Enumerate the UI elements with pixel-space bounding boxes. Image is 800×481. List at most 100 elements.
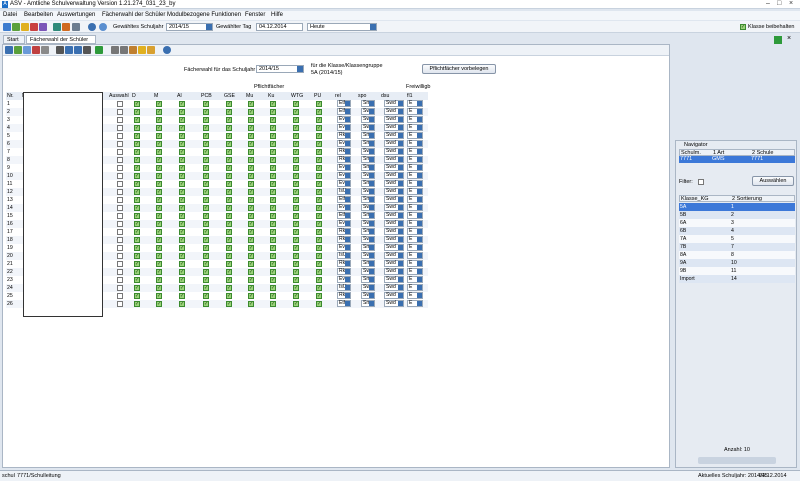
subject-checkbox[interactable]: ✓ <box>226 157 232 163</box>
subject-checkbox[interactable]: ✓ <box>134 301 140 307</box>
auswahl-checkbox[interactable] <box>117 213 123 219</box>
subject-checkbox[interactable]: ✓ <box>270 221 276 227</box>
subject-checkbox[interactable]: ✓ <box>226 213 232 219</box>
fl1-select[interactable]: E <box>407 236 423 243</box>
subject-checkbox[interactable]: ✓ <box>316 229 322 235</box>
subject-checkbox[interactable]: ✓ <box>293 213 299 219</box>
new-icon[interactable] <box>14 46 22 54</box>
subject-checkbox[interactable]: ✓ <box>316 213 322 219</box>
close-button[interactable]: × <box>789 0 793 7</box>
subject-checkbox[interactable]: ✓ <box>203 261 209 267</box>
subject-checkbox[interactable]: ✓ <box>156 213 162 219</box>
subject-checkbox[interactable]: ✓ <box>134 261 140 267</box>
subject-checkbox[interactable]: ✓ <box>134 277 140 283</box>
spo-select[interactable]: Sw <box>361 220 375 227</box>
spo-select[interactable]: Sm <box>361 260 375 267</box>
rel-select[interactable]: Rk <box>337 156 351 163</box>
rel-select[interactable]: Rk <box>337 132 351 139</box>
reload-icon[interactable] <box>95 46 103 54</box>
subject-checkbox[interactable]: ✓ <box>293 221 299 227</box>
rel-select[interactable]: Eth <box>337 212 351 219</box>
subject-checkbox[interactable]: ✓ <box>270 245 276 251</box>
schuljahr-select[interactable]: 2014/15 <box>166 23 213 31</box>
print-icon[interactable] <box>129 46 137 54</box>
menu-faecherwahl[interactable]: Fächerwahl der Schüler <box>102 12 165 18</box>
subject-checkbox[interactable]: ✓ <box>179 293 185 299</box>
spo-select[interactable]: Sm <box>361 244 375 251</box>
subject-checkbox[interactable]: ✓ <box>134 189 140 195</box>
paste-icon[interactable] <box>120 46 128 54</box>
subject-checkbox[interactable]: ✓ <box>270 237 276 243</box>
refresh-icon[interactable] <box>23 46 31 54</box>
subject-checkbox[interactable]: ✓ <box>203 285 209 291</box>
save-icon[interactable] <box>5 46 13 54</box>
class-list-item[interactable]: 6B 4 <box>679 227 795 235</box>
fl1-select[interactable]: E <box>407 212 423 219</box>
subject-checkbox[interactable]: ✓ <box>248 229 254 235</box>
rel-select[interactable]: Ev <box>337 140 351 147</box>
subject-checkbox[interactable]: ✓ <box>179 277 185 283</box>
fl1-select[interactable]: E <box>407 220 423 227</box>
delete-icon[interactable] <box>32 46 40 54</box>
subject-checkbox[interactable]: ✓ <box>270 117 276 123</box>
column-header[interactable]: M <box>154 93 158 99</box>
subject-checkbox[interactable]: ✓ <box>179 165 185 171</box>
subject-checkbox[interactable]: ✓ <box>316 293 322 299</box>
menu-hilfe[interactable]: Hilfe <box>271 12 283 18</box>
subject-checkbox[interactable]: ✓ <box>203 189 209 195</box>
subject-checkbox[interactable]: ✓ <box>179 221 185 227</box>
subject-checkbox[interactable]: ✓ <box>134 117 140 123</box>
subject-checkbox[interactable]: ✓ <box>293 109 299 115</box>
rel-select[interactable]: Ev <box>337 180 351 187</box>
subject-checkbox[interactable]: ✓ <box>134 173 140 179</box>
subject-checkbox[interactable]: ✓ <box>248 149 254 155</box>
chart-icon[interactable] <box>30 23 38 31</box>
subject-checkbox[interactable]: ✓ <box>316 133 322 139</box>
subject-checkbox[interactable]: ✓ <box>270 165 276 171</box>
menu-modulbezogene-funktionen[interactable]: Modulbezogene Funktionen <box>167 12 241 18</box>
subject-checkbox[interactable]: ✓ <box>293 141 299 147</box>
report-icon[interactable] <box>53 23 61 31</box>
subject-checkbox[interactable]: ✓ <box>134 133 140 139</box>
auswahl-checkbox[interactable] <box>117 229 123 235</box>
fl1-select[interactable]: E <box>407 252 423 259</box>
spo-select[interactable]: Sw <box>361 252 375 259</box>
subject-checkbox[interactable]: ✓ <box>156 253 162 259</box>
subject-checkbox[interactable]: ✓ <box>316 285 322 291</box>
subject-checkbox[interactable]: ✓ <box>156 237 162 243</box>
class-list-item[interactable]: 5B 2 <box>679 211 795 219</box>
subject-checkbox[interactable]: ✓ <box>293 197 299 203</box>
subject-checkbox[interactable]: ✓ <box>156 277 162 283</box>
dsu-select[interactable]: Swd <box>384 300 404 307</box>
minimize-button[interactable]: – <box>766 0 770 7</box>
subject-checkbox[interactable]: ✓ <box>179 109 185 115</box>
column-header[interactable]: PU <box>314 93 321 99</box>
column-header[interactable]: Auswahl <box>109 93 129 99</box>
last-record-icon[interactable] <box>83 46 91 54</box>
lightbulb-icon[interactable] <box>138 46 146 54</box>
fl1-select[interactable]: E <box>407 172 423 179</box>
auswahl-checkbox[interactable] <box>117 197 123 203</box>
subject-checkbox[interactable]: ✓ <box>270 229 276 235</box>
subject-checkbox[interactable]: ✓ <box>179 269 185 275</box>
subject-checkbox[interactable]: ✓ <box>203 293 209 299</box>
subject-checkbox[interactable]: ✓ <box>203 221 209 227</box>
maximize-button[interactable]: □ <box>777 0 781 7</box>
subject-checkbox[interactable]: ✓ <box>226 301 232 307</box>
subject-checkbox[interactable]: ✓ <box>156 269 162 275</box>
heute-select[interactable]: Heute <box>307 23 377 31</box>
subject-checkbox[interactable]: ✓ <box>203 149 209 155</box>
subject-checkbox[interactable]: ✓ <box>316 173 322 179</box>
subject-checkbox[interactable]: ✓ <box>179 205 185 211</box>
rel-select[interactable]: Eth <box>337 108 351 115</box>
dsu-select[interactable]: Swd <box>384 124 404 131</box>
subject-checkbox[interactable]: ✓ <box>134 157 140 163</box>
pflichtfaecher-vorbelegen-button[interactable]: Pflichtfächer vorbelegen <box>422 64 496 74</box>
subject-checkbox[interactable]: ✓ <box>179 245 185 251</box>
subject-checkbox[interactable]: ✓ <box>226 229 232 235</box>
subject-checkbox[interactable]: ✓ <box>248 277 254 283</box>
book-icon[interactable] <box>3 23 11 31</box>
auswahl-checkbox[interactable] <box>117 269 123 275</box>
subject-checkbox[interactable]: ✓ <box>270 101 276 107</box>
subject-checkbox[interactable]: ✓ <box>316 157 322 163</box>
